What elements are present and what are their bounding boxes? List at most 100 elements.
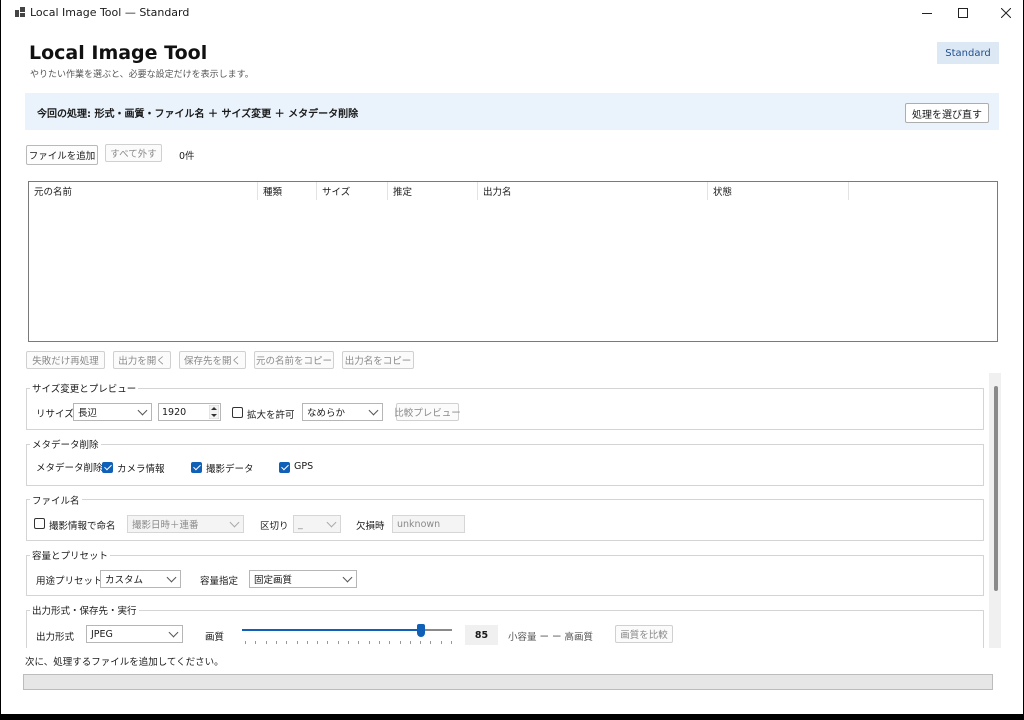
camera-info-label[interactable]: カメラ情報	[117, 461, 165, 475]
slider-tick	[409, 641, 411, 644]
separator-select[interactable]: _	[293, 515, 341, 533]
preset-label: 用途プリセット	[36, 576, 103, 587]
app-icon	[15, 7, 25, 17]
format-label: 出力形式	[36, 632, 75, 643]
open-output-button[interactable]: 出力を開く	[113, 351, 171, 369]
allow-upscale-label[interactable]: 拡大を許可	[247, 407, 295, 421]
resize-quality-select[interactable]: なめらか	[302, 403, 383, 421]
column-header-output-name[interactable]: 出力名	[478, 182, 708, 200]
close-icon	[1001, 7, 1011, 18]
missing-value-input[interactable]: unknown	[392, 515, 465, 533]
settings-scrollbar-thumb[interactable]	[994, 386, 998, 591]
missing-value-text: unknown	[397, 518, 441, 530]
allow-upscale-checkbox[interactable]	[232, 407, 243, 418]
chevron-down-icon	[166, 572, 177, 583]
shot-data-checkbox[interactable]	[191, 462, 202, 473]
column-header-original-name[interactable]: 元の名前	[29, 182, 258, 200]
retry-failed-button[interactable]: 失敗だけ再処理	[26, 351, 105, 369]
resize-label: リサイズ	[36, 409, 74, 420]
name-pattern-value: 撮影日時＋連番	[132, 520, 199, 531]
slider-tick	[378, 641, 380, 644]
progress-bar	[23, 674, 993, 690]
separator-value: _	[298, 518, 303, 530]
app-window: Local Image Tool — Standard Local Image …	[1, 0, 1023, 714]
quality-slider-thumb[interactable]	[416, 624, 425, 637]
column-header-size[interactable]: サイズ	[317, 182, 388, 200]
add-files-button[interactable]: ファイルを追加	[26, 145, 98, 165]
slider-tick	[255, 641, 257, 644]
maximize-button[interactable]	[941, 0, 985, 25]
compare-preview-button[interactable]: 比較プレビュー	[394, 403, 461, 421]
chevron-down-icon	[137, 405, 148, 416]
chevron-down-icon	[368, 405, 379, 416]
title-bar[interactable]: Local Image Tool — Standard	[1, 0, 1023, 25]
column-header-estimate[interactable]: 推定	[388, 182, 478, 200]
quality-label: 画質	[205, 632, 225, 643]
remove-all-button[interactable]: すべて外す	[105, 144, 162, 162]
quality-value-box[interactable]: 85	[465, 625, 498, 645]
size-mode-value: 固定画質	[254, 575, 293, 586]
page-title: Local Image Tool	[29, 42, 208, 64]
resize-size-stepper[interactable]: 1920	[158, 403, 221, 421]
size-mode-select[interactable]: 固定画質	[249, 570, 357, 588]
slider-tick	[327, 641, 329, 644]
task-summary-banner: 今回の処理: 形式・画質・ファイル名 ＋ サイズ変更 ＋ メタデータ削除 処理を…	[25, 93, 999, 130]
use-exif-name-checkbox[interactable]	[34, 518, 45, 529]
file-count: 0件	[179, 151, 195, 162]
slider-tick	[245, 641, 246, 644]
compare-quality-button[interactable]: 画質を比較	[615, 625, 673, 643]
quality-slider-fill	[242, 629, 421, 631]
quality-scale-hint: 小容量 ー ー 高画質	[508, 632, 594, 643]
slider-tick	[275, 641, 277, 644]
name-pattern-select[interactable]: 撮影日時＋連番	[127, 515, 244, 533]
slider-tick	[317, 641, 319, 644]
column-header-type[interactable]: 種類	[258, 182, 317, 200]
column-header-status[interactable]: 状態	[708, 182, 849, 200]
metadata-group-label: メタデータ削除	[30, 437, 101, 451]
metadata-group	[26, 444, 984, 486]
slider-tick	[337, 641, 339, 644]
file-table[interactable]: 元の名前 種類 サイズ 推定 出力名 状態	[28, 181, 998, 342]
copy-output-name-button[interactable]: 出力名をコピー	[342, 351, 414, 369]
resize-mode-value: 長辺	[78, 408, 98, 419]
chevron-down-icon	[229, 517, 240, 528]
mode-badge[interactable]: Standard	[937, 42, 999, 64]
chevron-down-icon	[326, 517, 337, 528]
preset-value: カスタム	[105, 575, 144, 586]
camera-info-checkbox[interactable]	[102, 462, 113, 473]
slider-tick	[451, 641, 452, 644]
gps-checkbox[interactable]	[279, 462, 290, 473]
slider-tick	[368, 641, 370, 644]
slider-tick	[440, 641, 442, 644]
slider-tick	[420, 641, 422, 644]
window-title: Local Image Tool — Standard	[30, 6, 190, 19]
missing-label: 欠損時	[356, 521, 385, 532]
maximize-icon	[958, 7, 968, 18]
format-value: JPEG	[91, 628, 113, 640]
reselect-tasks-button[interactable]: 処理を選び直す	[905, 103, 989, 123]
status-message: 次に、処理するファイルを追加してください。	[25, 657, 224, 668]
copy-original-name-button[interactable]: 元の名前をコピー	[254, 351, 334, 369]
slider-tick	[430, 641, 432, 644]
separator-label: 区切り	[260, 521, 289, 532]
shot-data-label[interactable]: 撮影データ	[206, 461, 254, 475]
format-select[interactable]: JPEG	[86, 625, 183, 643]
open-destination-button[interactable]: 保存先を開く	[179, 351, 246, 369]
metadata-label: メタデータ削除	[36, 463, 103, 474]
filename-group-label: ファイル名	[30, 493, 82, 507]
size-mode-label: 容量指定	[200, 576, 239, 587]
capacity-group-label: 容量とプリセット	[30, 548, 111, 562]
preset-select[interactable]: カスタム	[100, 570, 181, 588]
slider-tick	[265, 641, 267, 644]
gps-label[interactable]: GPS	[294, 461, 313, 472]
resize-mode-select[interactable]: 長辺	[73, 403, 152, 421]
use-exif-name-label[interactable]: 撮影情報で命名	[49, 518, 116, 532]
slider-tick	[358, 641, 360, 644]
slider-tick	[306, 641, 308, 644]
spin-arrows-icon[interactable]	[209, 405, 219, 419]
slider-tick	[296, 641, 298, 644]
task-summary-text: 今回の処理: 形式・画質・ファイル名 ＋ サイズ変更 ＋ メタデータ削除	[37, 109, 359, 120]
resize-size-value: 1920	[162, 406, 187, 418]
chevron-down-icon	[168, 627, 179, 638]
close-button[interactable]	[984, 0, 1023, 25]
